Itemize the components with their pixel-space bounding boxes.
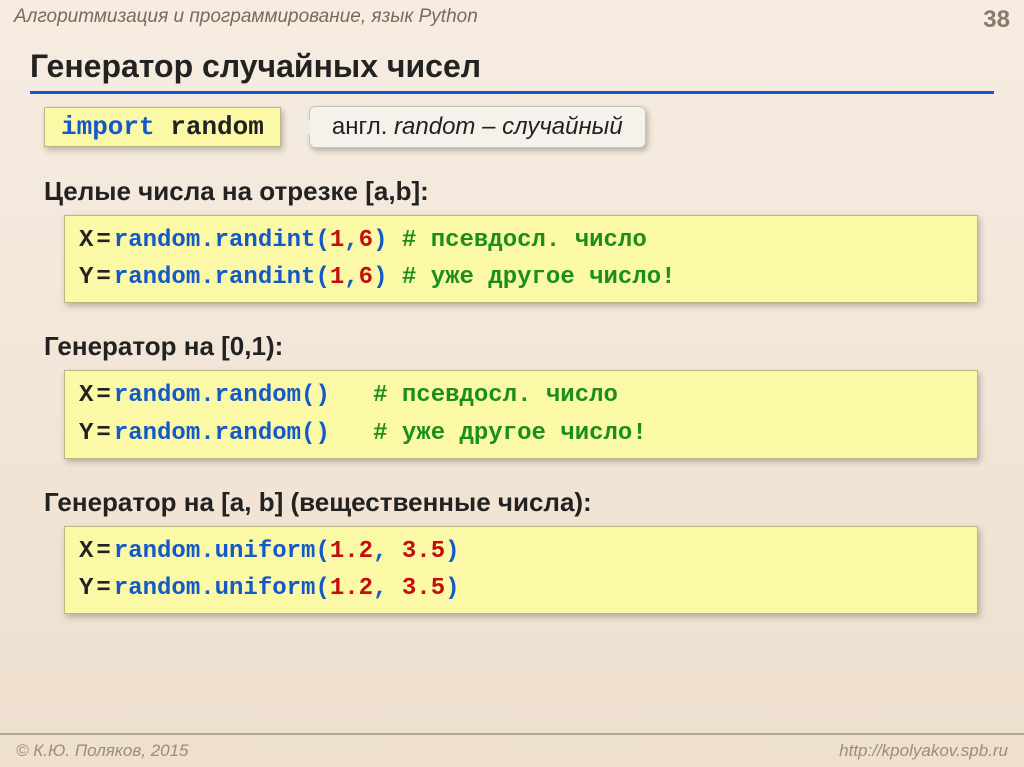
page-number: 38 xyxy=(983,6,1010,34)
paren: ) xyxy=(373,264,387,291)
import-code: import random xyxy=(44,107,281,147)
translation-note: англ. random – случайный xyxy=(309,106,646,148)
comment: # уже другое число! xyxy=(402,264,676,291)
func-call: random.uniform( xyxy=(114,575,330,602)
section-real-label: Генератор на [a, b] (вещественные числа)… xyxy=(44,487,994,518)
code-random: X=random.random() # псевдосл. число Y=ra… xyxy=(64,370,978,458)
number: 3.5 xyxy=(402,575,445,602)
code-line: Y=random.randint(1,6) # уже другое число… xyxy=(79,259,963,296)
paren: ) xyxy=(445,538,459,565)
code-line: X=random.randint(1,6) # псевдосл. число xyxy=(79,222,963,259)
equals: = xyxy=(93,222,113,259)
var: Y xyxy=(79,575,93,602)
slide-header: Алгоритмизация и программирование, язык … xyxy=(0,0,1024,34)
comment: # уже другое число! xyxy=(373,420,647,447)
pad xyxy=(330,420,359,447)
equals: = xyxy=(93,415,113,452)
equals: = xyxy=(93,259,113,296)
note-translation: случайный xyxy=(502,113,623,140)
var: Y xyxy=(79,264,93,291)
pad xyxy=(330,382,359,409)
comment: # псевдосл. число xyxy=(373,382,618,409)
paren: ) xyxy=(445,575,459,602)
number: 3.5 xyxy=(402,538,445,565)
slide-footer: © К.Ю. Поляков, 2015 http://kpolyakov.sp… xyxy=(0,733,1024,767)
number: 1 xyxy=(330,264,344,291)
sep: , xyxy=(344,227,358,254)
equals: = xyxy=(93,377,113,414)
number: 1.2 xyxy=(330,575,373,602)
sep: , xyxy=(373,575,402,602)
number: 1 xyxy=(330,227,344,254)
module-random: random xyxy=(170,112,264,142)
comment: # псевдосл. число xyxy=(402,227,647,254)
paren: ) xyxy=(373,227,387,254)
note-dash: – xyxy=(475,113,502,140)
code-line: Y=random.random() # уже другое число! xyxy=(79,415,963,452)
var: Y xyxy=(79,420,93,447)
code-line: Y=random.uniform(1.2, 3.5) xyxy=(79,570,963,607)
func-call: random.uniform( xyxy=(114,538,330,565)
page-title: Генератор случайных чисел xyxy=(30,48,994,94)
footer-url: http://kpolyakov.spb.ru xyxy=(839,741,1008,761)
code-randint: X=random.randint(1,6) # псевдосл. число … xyxy=(64,215,978,303)
var: X xyxy=(79,538,93,565)
equals: = xyxy=(93,570,113,607)
equals: = xyxy=(93,533,113,570)
keyword-import: import xyxy=(61,112,155,142)
code-uniform: X=random.uniform(1.2, 3.5) Y=random.unif… xyxy=(64,526,978,614)
note-word: random xyxy=(394,113,475,140)
intro-row: import random англ. random – случайный xyxy=(44,106,994,148)
var: X xyxy=(79,382,93,409)
note-prefix: англ. xyxy=(332,113,394,140)
section-int-label: Целые числа на отрезке [a,b]: xyxy=(44,176,994,207)
code-line: X=random.random() # псевдосл. число xyxy=(79,377,963,414)
func-call: random.randint( xyxy=(114,264,330,291)
number: 6 xyxy=(359,227,373,254)
copyright: © К.Ю. Поляков, 2015 xyxy=(16,741,189,761)
section-unit-label: Генератор на [0,1): xyxy=(44,331,994,362)
sep: , xyxy=(344,264,358,291)
func-call: random.random() xyxy=(114,382,330,409)
number: 1.2 xyxy=(330,538,373,565)
breadcrumb: Алгоритмизация и программирование, язык … xyxy=(14,6,478,28)
func-call: random.randint( xyxy=(114,227,330,254)
sep: , xyxy=(373,538,402,565)
func-call: random.random() xyxy=(114,420,330,447)
var: X xyxy=(79,227,93,254)
code-line: X=random.uniform(1.2, 3.5) xyxy=(79,533,963,570)
number: 6 xyxy=(359,264,373,291)
